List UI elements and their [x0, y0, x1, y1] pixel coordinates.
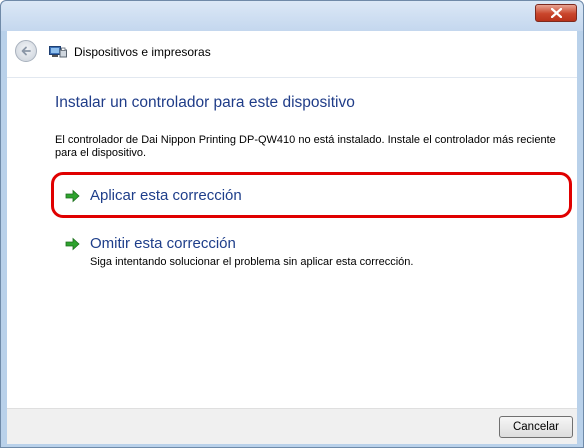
- page-heading: Instalar un controlador para este dispos…: [55, 94, 355, 111]
- navigation-bar: Dispositivos e impresoras: [7, 31, 577, 78]
- skip-fix-description: Siga intentando solucionar el problema s…: [90, 256, 414, 268]
- description-text: El controlador de Dai Nippon Printing DP…: [55, 134, 556, 159]
- close-button[interactable]: [535, 4, 577, 22]
- cancel-button[interactable]: Cancelar: [499, 416, 573, 438]
- apply-fix-label[interactable]: Aplicar esta corrección: [90, 187, 242, 204]
- close-x-icon: [551, 8, 562, 18]
- back-arrow-icon: [21, 46, 31, 56]
- dialog-footer: Cancelar: [7, 408, 577, 444]
- devices-printers-icon: [49, 46, 67, 58]
- breadcrumb-title: Dispositivos e impresoras: [74, 45, 211, 59]
- green-arrow-icon: [65, 237, 80, 251]
- main-content: Instalar un controlador para este dispos…: [7, 78, 577, 408]
- title-bar: [1, 1, 583, 31]
- green-arrow-icon: [65, 189, 80, 203]
- dialog-window: Dispositivos e impresoras Instalar un co…: [0, 0, 584, 448]
- skip-fix-label[interactable]: Omitir esta corrección: [90, 235, 236, 252]
- back-button[interactable]: [15, 40, 37, 62]
